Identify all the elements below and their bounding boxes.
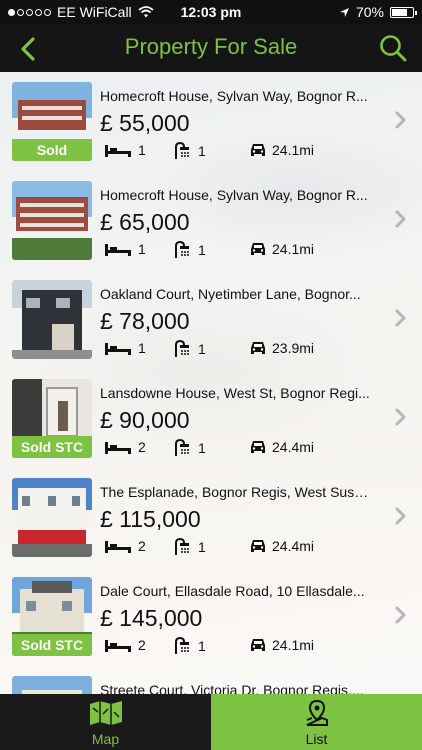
chevron-right-icon [395,507,406,525]
bed-icon [105,244,131,256]
property-address: The Esplanade, Bognor Regis, West Suss..… [100,484,370,500]
property-price: £ 55,000 [100,110,190,136]
location-arrow-icon [339,7,349,17]
property-photo [12,181,92,260]
chevron-right-icon [395,408,406,426]
shower-icon [175,142,189,159]
sale-status-badge: Sold STC [12,436,92,458]
battery-icon [390,6,417,18]
property-address: Streete Court, Victoria Dr, Bognor Regis… [100,682,364,694]
shower-icon [175,538,189,555]
shower-icon [175,637,189,654]
status-bar: EE WiFiCall 12:03 pm 70% [0,0,422,24]
bathroom-count: 1 [198,440,206,456]
car-icon [251,441,265,453]
distance: 24.1mi [272,142,315,158]
car-icon [251,243,265,255]
property-address: Homecroft House, Sylvan Way, Bognor R... [100,187,368,203]
distance: 24.1mi [272,241,315,257]
chevron-right-icon [395,210,406,228]
property-list-item[interactable]: The Esplanade, Bognor Regis, West Suss..… [0,468,422,566]
bedroom-count: 1 [138,241,146,257]
bed-icon [105,442,131,454]
property-photo: Sold STC [12,379,92,458]
car-icon [251,540,265,552]
property-price: £ 145,000 [100,605,203,631]
map-pin-icon [306,699,328,726]
distance: 24.1mi [272,637,315,653]
bedroom-count: 1 [138,142,146,158]
sale-status-badge: Sold STC [12,634,92,656]
tab-map[interactable]: Map [0,694,211,750]
bed-icon [105,343,131,355]
chevron-right-icon [395,111,406,129]
page-title: Property For Sale [124,34,298,59]
car-icon [251,144,265,156]
bed-icon [105,145,131,157]
property-list-item[interactable]: Sold STC Dale Court, Ellasdale Road, 10 … [0,567,422,665]
bathroom-count: 1 [198,143,206,159]
tab-map-label: Map [91,731,120,747]
chevron-right-icon [395,606,406,624]
bathroom-count: 1 [198,539,206,555]
shower-icon [175,340,189,357]
property-list-item[interactable]: Sold STC Lansdowne House, West St, Bogno… [0,369,422,467]
property-photo [12,478,92,557]
property-address: Dale Court, Ellasdale Road, 10 Ellasdale… [100,583,365,599]
map-icon [89,701,122,725]
car-icon [251,342,265,354]
property-list-item[interactable]: Sold Homecroft House, Sylvan Way, Bognor… [0,72,422,170]
bathroom-count: 1 [198,341,206,357]
tab-bar: Map List [0,694,422,750]
bedroom-count: 2 [138,637,146,653]
search-button[interactable] [378,33,408,63]
property-price: £ 65,000 [100,209,190,235]
shower-icon [175,439,189,456]
distance: 24.4mi [272,538,315,554]
property-list[interactable]: Sold Homecroft House, Sylvan Way, Bognor… [0,72,422,694]
bedroom-count: 1 [138,340,146,356]
property-address: Lansdowne House, West St, Bognor Regi... [100,385,370,401]
shower-icon [175,241,189,258]
navigation-bar: Property For Sale [0,24,422,72]
property-price: £ 115,000 [100,506,201,532]
search-icon [380,35,407,62]
chevron-right-icon [395,309,406,327]
distance: 24.4mi [272,439,315,455]
bed-icon [105,541,131,553]
sale-status-badge: Sold [12,139,92,161]
car-icon [251,639,265,651]
property-price: £ 90,000 [100,407,190,433]
bathroom-count: 1 [198,242,206,258]
battery-percent: 70% [355,4,384,20]
property-list-item[interactable]: Oakland Court, Nyetimber Lane, Bognor...… [0,270,422,368]
property-address: Homecroft House, Sylvan Way, Bognor R... [100,88,368,104]
bedroom-count: 2 [138,439,146,455]
bedroom-count: 2 [138,538,146,554]
property-photo: Sold [12,82,92,161]
tab-list[interactable]: List [211,694,422,750]
tab-list-label: List [305,731,328,747]
bathroom-count: 1 [198,638,206,654]
property-photo: Sold STC [12,577,92,656]
property-list-item[interactable]: Streete Court, Victoria Dr, Bognor Regis… [0,666,422,694]
property-photo [12,676,92,694]
property-price: £ 78,000 [100,308,190,334]
property-address: Oakland Court, Nyetimber Lane, Bognor... [100,286,361,302]
bed-icon [105,640,131,652]
property-photo [12,280,92,359]
property-list-item[interactable]: Homecroft House, Sylvan Way, Bognor R...… [0,171,422,269]
distance: 23.9mi [272,340,315,356]
